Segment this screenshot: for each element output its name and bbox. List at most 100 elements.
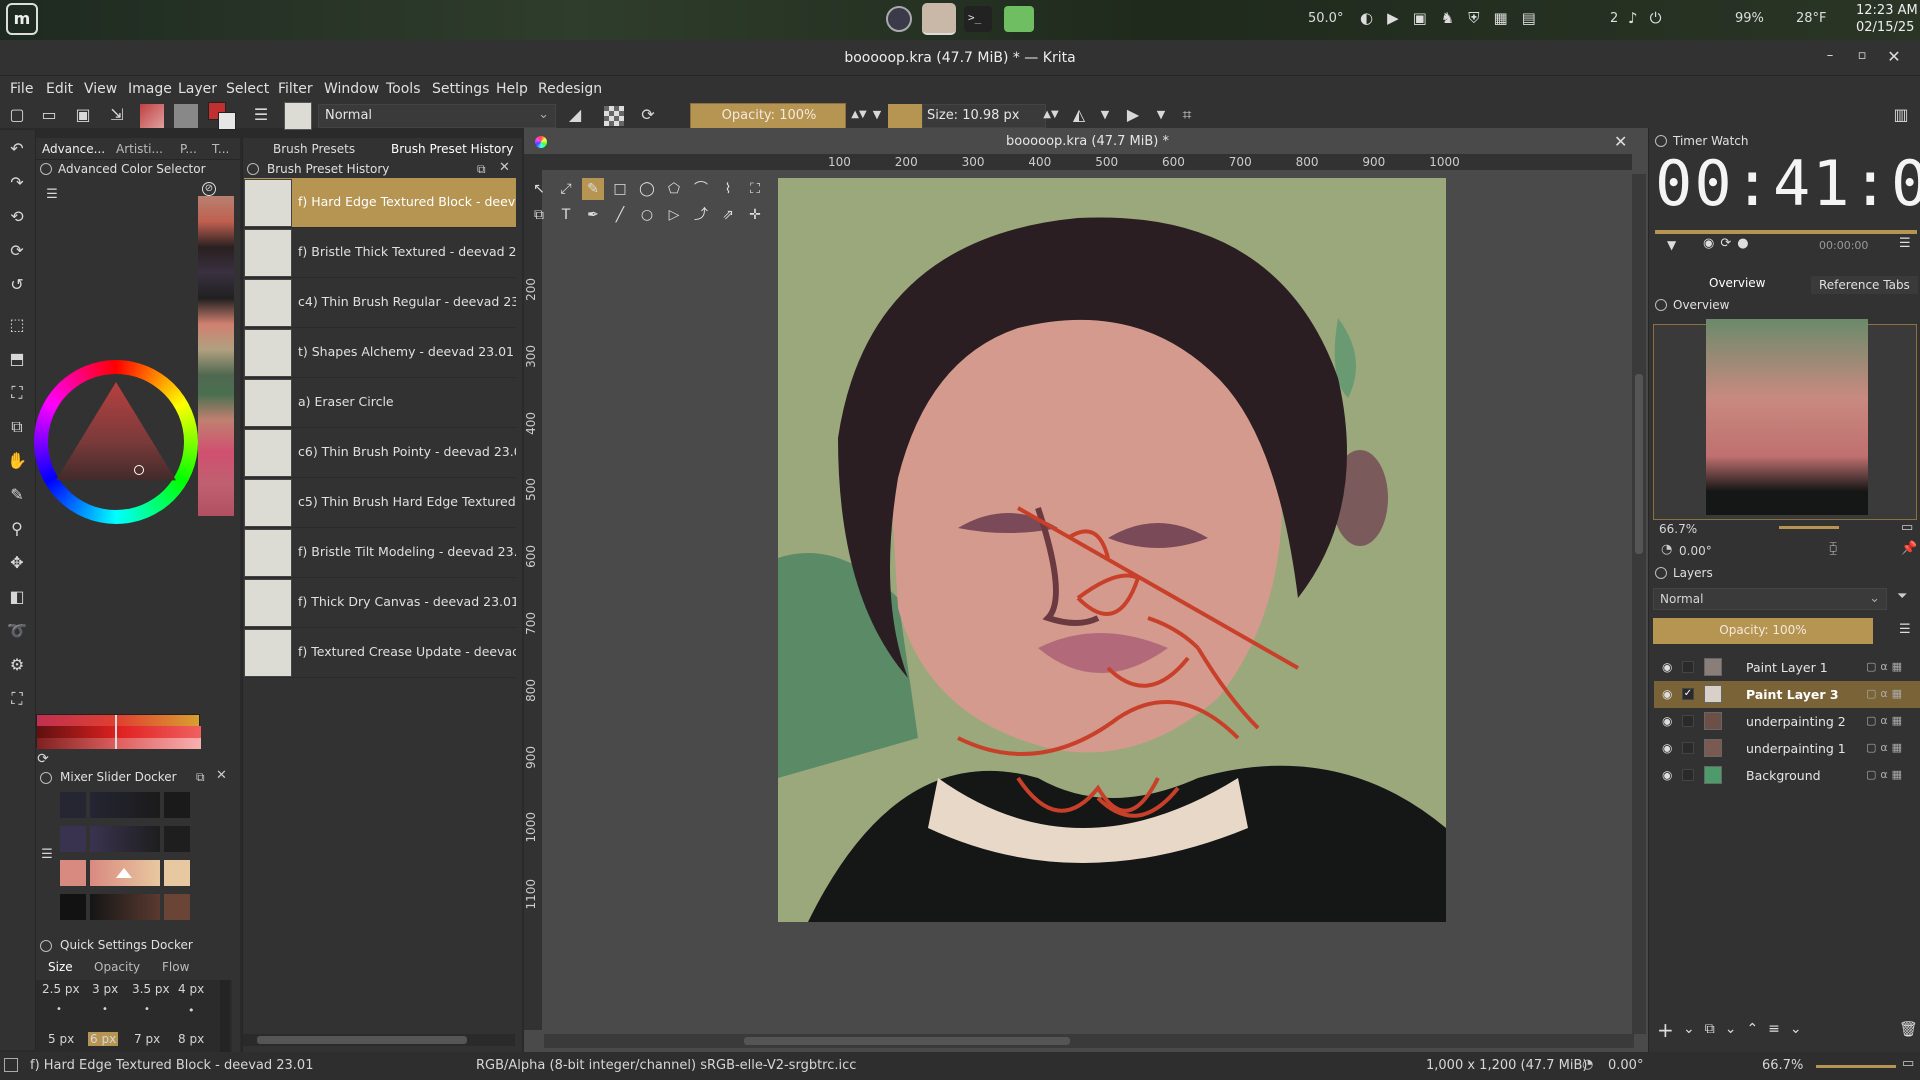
status-zoom-slider[interactable] (1816, 1065, 1896, 1068)
reset-rotation-icon[interactable]: ↺ (6, 274, 28, 296)
add-layer-icon[interactable]: + (1657, 1018, 1674, 1042)
layer-checkbox[interactable]: ✓ (1682, 688, 1694, 700)
hue-slider-bars[interactable] (36, 714, 201, 749)
layer-property-icons[interactable]: ▢α▦ (1866, 741, 1906, 754)
toolbox-tool-icon[interactable]: ⌇ (717, 178, 739, 200)
qs-size-option[interactable]: 7 px (134, 1032, 160, 1046)
overview-lock-icon[interactable] (1655, 299, 1667, 311)
layer-row[interactable]: ◉ ✓ Paint Layer 3 ▢α▦ (1654, 681, 1920, 708)
toolbox-tool-icon[interactable]: ↖ (528, 178, 550, 200)
brush-preset-item[interactable]: c4) Thin Brush Regular - deevad 23.01 (244, 278, 516, 328)
eyedropper-icon[interactable]: ⚲ (6, 518, 28, 540)
brush-scrollbar-h[interactable] (243, 1034, 515, 1046)
layer-property-icons[interactable]: ▢α▦ (1866, 660, 1906, 673)
layer-name[interactable]: Paint Layer 3 (1746, 687, 1839, 702)
hand-icon[interactable]: ✋ (6, 450, 28, 472)
lock-icon[interactable] (40, 163, 52, 175)
size-stepper-icon[interactable]: ▲▼ (1040, 104, 1062, 126)
qs-size-option[interactable]: 2.5 px (42, 982, 80, 996)
layer-buttons[interactable]: ⌄⧉⌄⌃≡⌄ (1683, 1021, 1812, 1037)
tab-overview[interactable]: Overview (1709, 276, 1766, 290)
brush-preset-item[interactable]: c6) Thin Brush Pointy - deevad 23.01 (244, 428, 516, 478)
tray-icons[interactable]: ◐▶▣♞⛨▦▤ (1360, 9, 1550, 27)
color-wheel[interactable] (34, 360, 198, 524)
toolbox-tool-icon[interactable]: ✛ (744, 204, 766, 226)
overview-thumbnail[interactable] (1706, 319, 1868, 515)
mixer-lock-icon[interactable] (40, 772, 52, 784)
fit-icon[interactable]: ▭ (1901, 520, 1913, 535)
opacity-slider[interactable]: Opacity: 100% (690, 103, 846, 129)
fill-icon[interactable]: ◧ (6, 586, 28, 608)
canvas-tab-title[interactable]: booooop.kra (47.7 MiB) * (1006, 134, 1169, 149)
menu-filter[interactable]: Filter (278, 81, 313, 97)
undo-icon[interactable]: ↶ (6, 138, 28, 160)
status-zoom[interactable]: 66.7% (1762, 1058, 1803, 1073)
overview-zoom[interactable]: 66.7% (1659, 522, 1697, 536)
preserve-alpha-icon[interactable] (604, 106, 624, 126)
brush-preset-item[interactable]: t) Shapes Alchemy - deevad 23.01 (244, 328, 516, 378)
layer-filter-icon[interactable]: ⏷ (1897, 589, 1907, 604)
timer-controls[interactable]: ◉⟳● (1703, 236, 1755, 251)
toolbox-tool-icon[interactable]: ✎ (582, 178, 604, 200)
pin-icon[interactable]: 📌 (1901, 541, 1917, 556)
mint-menu-icon[interactable]: m (6, 3, 38, 35)
layer-checkbox[interactable] (1682, 715, 1694, 727)
toolbox-tool-icon[interactable]: □ (609, 178, 631, 200)
quick-settings-lock-icon[interactable] (40, 940, 52, 952)
timer-menu-icon[interactable]: ☰ (1899, 236, 1911, 251)
taskbar-app-terminal-icon[interactable]: >_ (964, 6, 992, 32)
gradient-selector[interactable] (140, 104, 164, 128)
current-brush-preset[interactable] (284, 102, 312, 130)
rotate-dial-icon[interactable]: ◔ (1661, 542, 1672, 557)
delete-layer-icon[interactable]: 🗑 (1899, 1020, 1918, 1038)
overview-zoom-slider[interactable] (1779, 521, 1839, 535)
layer-row[interactable]: ◉ underpainting 2 ▢α▦ (1654, 708, 1920, 735)
canvas-scrollbar-h[interactable] (544, 1034, 1634, 1048)
visibility-eye-icon[interactable]: ◉ (1662, 714, 1678, 728)
export-icon[interactable]: ⇲ (106, 104, 128, 126)
mixer-menu-icon[interactable]: ☰ (36, 844, 58, 866)
maximize-button[interactable]: ▫ (1852, 48, 1872, 68)
brush-preset-item[interactable]: f) Thick Dry Canvas - deevad 23.01 (244, 578, 516, 628)
transform-icon[interactable]: ⬒ (6, 348, 28, 370)
visibility-eye-icon[interactable]: ◉ (1662, 741, 1678, 755)
qs-tab-size[interactable]: Size (48, 960, 73, 974)
menu-window[interactable]: Window (324, 81, 379, 97)
qs-tab-opacity[interactable]: Opacity (94, 960, 140, 974)
clear-color-icon[interactable]: ⊘ (202, 182, 216, 196)
qs-size-option[interactable]: 8 px (178, 1032, 204, 1046)
layer-row[interactable]: ◉ underpainting 1 ▢α▦ (1654, 735, 1920, 762)
layer-name[interactable]: underpainting 2 (1746, 714, 1846, 729)
color-history-swatches[interactable] (198, 196, 234, 516)
color-selector-settings-icon[interactable]: ☰ (41, 184, 63, 206)
mirror-view-icon[interactable]: ⧮ (1829, 541, 1837, 556)
taskbar-app-krita-icon[interactable] (922, 3, 956, 35)
brush-preset-item[interactable]: f) Bristle Thick Textured - deevad 23.01 (244, 228, 516, 278)
redo-icon[interactable]: ↷ (6, 172, 28, 194)
taskbar-app-files-icon[interactable] (1004, 6, 1034, 32)
chevron-down-icon[interactable]: ▼ (1150, 104, 1172, 126)
mirror-icon[interactable]: ⧉ (6, 416, 28, 438)
taskbar-app-obs-icon[interactable] (886, 6, 912, 32)
layer-name[interactable]: Background (1746, 768, 1821, 783)
close-window-button[interactable]: ✕ (1884, 47, 1904, 67)
qs-size-option[interactable]: 3 px (92, 982, 118, 996)
menu-file[interactable]: File (10, 81, 33, 97)
menu-view[interactable]: View (84, 81, 117, 97)
tab-artistic[interactable]: Artisti... (116, 142, 163, 156)
refresh-icon[interactable]: ⟳ (32, 748, 54, 770)
visibility-eye-icon[interactable]: ◉ (1662, 687, 1678, 701)
visibility-eye-icon[interactable]: ◉ (1662, 660, 1678, 674)
brush-preset-item[interactable]: f) Bristle Tilt Modeling - deevad 23.01 (244, 528, 516, 578)
color-space-icon[interactable] (535, 136, 547, 148)
layer-menu-icon[interactable]: ☰ (1899, 622, 1911, 637)
toolbox-tool-icon[interactable]: ⇗ (717, 204, 739, 226)
menu-image[interactable]: Image (128, 81, 172, 97)
toolbox-tool-icon[interactable]: T (555, 204, 577, 226)
brush-preset-item[interactable]: c5) Thin Brush Hard Edge Textured - deev… (244, 478, 516, 528)
minimize-button[interactable]: – (1820, 48, 1840, 68)
clock-time[interactable]: 12:23 AM (1856, 3, 1918, 18)
tab-palette[interactable]: P... (180, 142, 197, 156)
menu-select[interactable]: Select (226, 81, 269, 97)
toolbox-tool-icon[interactable]: ⤢ (555, 178, 577, 200)
